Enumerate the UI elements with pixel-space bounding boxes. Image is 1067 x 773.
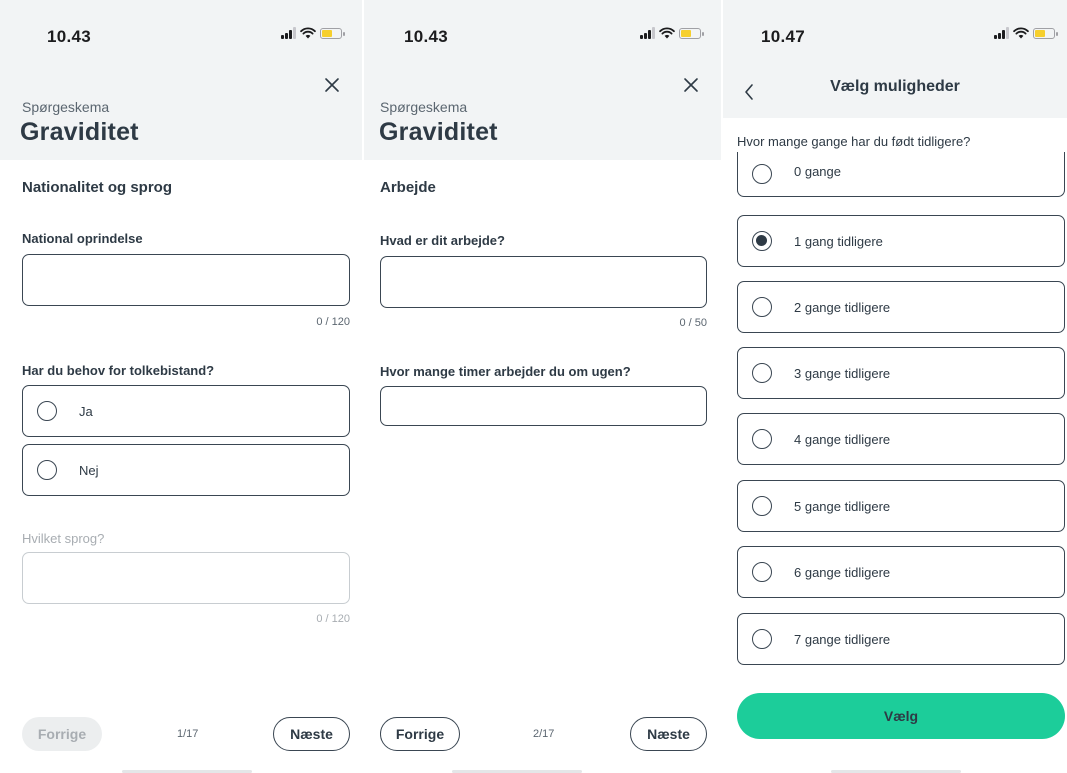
questionnaire-kicker: Spørgeskema <box>22 99 110 115</box>
screen-select-options: 10.47 Vælg muligheder Hvor mange gange h… <box>723 0 1067 773</box>
screen-work: 10.43 Spørgeskema Graviditet Arbejde Hva… <box>364 0 721 773</box>
page-title: Graviditet <box>379 118 498 146</box>
questionnaire-header: Spørgeskema Graviditet <box>0 70 362 160</box>
close-icon[interactable] <box>681 75 701 95</box>
previous-button[interactable]: Forrige <box>380 717 460 751</box>
battery-icon <box>679 27 704 39</box>
footer-navigation: Forrige 1/17 Næste <box>0 700 362 773</box>
page-indicator: 2/17 <box>533 728 555 740</box>
radio-icon <box>752 363 772 383</box>
nav-title: Vælg muligheder <box>830 78 960 95</box>
signal-icon <box>281 27 296 39</box>
national-origin-input[interactable] <box>22 254 350 306</box>
option-label: Ja <box>79 403 93 419</box>
wifi-icon <box>1013 27 1029 39</box>
next-button[interactable]: Næste <box>630 717 707 751</box>
interpreter-label: Har du behov for tolkebistand? <box>22 363 215 378</box>
section-title: Nationalitet og sprog <box>22 179 172 196</box>
radio-icon <box>752 297 772 317</box>
language-input[interactable] <box>22 552 350 604</box>
radio-icon <box>37 460 57 480</box>
option-ja[interactable]: Ja <box>22 385 350 437</box>
option-label: 4 gange tidligere <box>794 431 891 447</box>
option-label: 7 gange tidligere <box>794 631 891 647</box>
previous-button[interactable]: Forrige <box>22 717 102 751</box>
option-7[interactable]: 7 gange tidligere <box>737 613 1065 665</box>
radio-icon <box>752 164 772 184</box>
status-icons <box>994 27 1058 39</box>
option-4[interactable]: 4 gange tidligere <box>737 413 1065 465</box>
select-button[interactable]: Vælg <box>737 693 1065 739</box>
section-title: Arbejde <box>380 179 436 196</box>
question-text: Hvor mange gange har du født tidligere? <box>737 134 971 149</box>
wifi-icon <box>300 27 316 39</box>
status-time: 10.43 <box>47 27 92 46</box>
status-bar: 10.43 <box>0 0 362 70</box>
option-2[interactable]: 2 gange tidligere <box>737 281 1065 333</box>
hours-label: Hvor mange timer arbejder du om ugen? <box>380 364 631 379</box>
language-label: Hvilket sprog? <box>22 531 105 546</box>
option-label: 1 gang tidligere <box>794 233 883 249</box>
option-label: 2 gange tidligere <box>794 299 891 315</box>
signal-icon <box>640 27 655 39</box>
status-bar: 10.47 <box>723 0 1067 70</box>
hours-input[interactable] <box>380 386 707 426</box>
radio-icon <box>752 629 772 649</box>
option-6[interactable]: 6 gange tidligere <box>737 546 1065 598</box>
option-label: 6 gange tidligere <box>794 564 891 580</box>
radio-icon <box>752 231 772 251</box>
radio-icon <box>37 401 57 421</box>
national-origin-label: National oprindelse <box>22 231 143 246</box>
battery-icon <box>320 27 345 39</box>
job-input[interactable] <box>380 256 707 308</box>
next-button[interactable]: Næste <box>273 717 350 751</box>
status-time: 10.43 <box>404 27 449 46</box>
radio-icon <box>752 429 772 449</box>
footer-navigation: Forrige 2/17 Næste <box>364 700 721 773</box>
close-icon[interactable] <box>322 75 342 95</box>
status-icons <box>640 27 704 39</box>
option-label: Nej <box>79 462 99 478</box>
national-origin-counter: 0 / 120 <box>316 316 350 328</box>
option-1[interactable]: 1 gang tidligere <box>737 215 1065 267</box>
job-label: Hvad er dit arbejde? <box>380 233 505 248</box>
questionnaire-kicker: Spørgeskema <box>380 99 468 115</box>
wifi-icon <box>659 27 675 39</box>
option-0[interactable]: 0 gange <box>737 152 1065 197</box>
signal-icon <box>994 27 1009 39</box>
questionnaire-header: Spørgeskema Graviditet <box>364 70 721 160</box>
status-time: 10.47 <box>761 27 806 46</box>
job-counter: 0 / 50 <box>679 317 707 329</box>
language-counter: 0 / 120 <box>316 613 350 625</box>
radio-icon <box>752 562 772 582</box>
option-label: 0 gange <box>794 164 841 179</box>
status-bar: 10.43 <box>364 0 721 70</box>
page-title: Graviditet <box>20 118 139 146</box>
page-indicator: 1/17 <box>177 728 199 740</box>
option-3[interactable]: 3 gange tidligere <box>737 347 1065 399</box>
battery-icon <box>1033 27 1058 39</box>
option-nej[interactable]: Nej <box>22 444 350 496</box>
option-label: 3 gange tidligere <box>794 365 891 381</box>
radio-icon <box>752 496 772 516</box>
status-icons <box>281 27 345 39</box>
option-label: 5 gange tidligere <box>794 498 891 514</box>
screen-nationality: 10.43 Spørgeskema Graviditet Nationalite… <box>0 0 362 773</box>
nav-bar: Vælg muligheder <box>723 70 1067 118</box>
option-5[interactable]: 5 gange tidligere <box>737 480 1065 532</box>
